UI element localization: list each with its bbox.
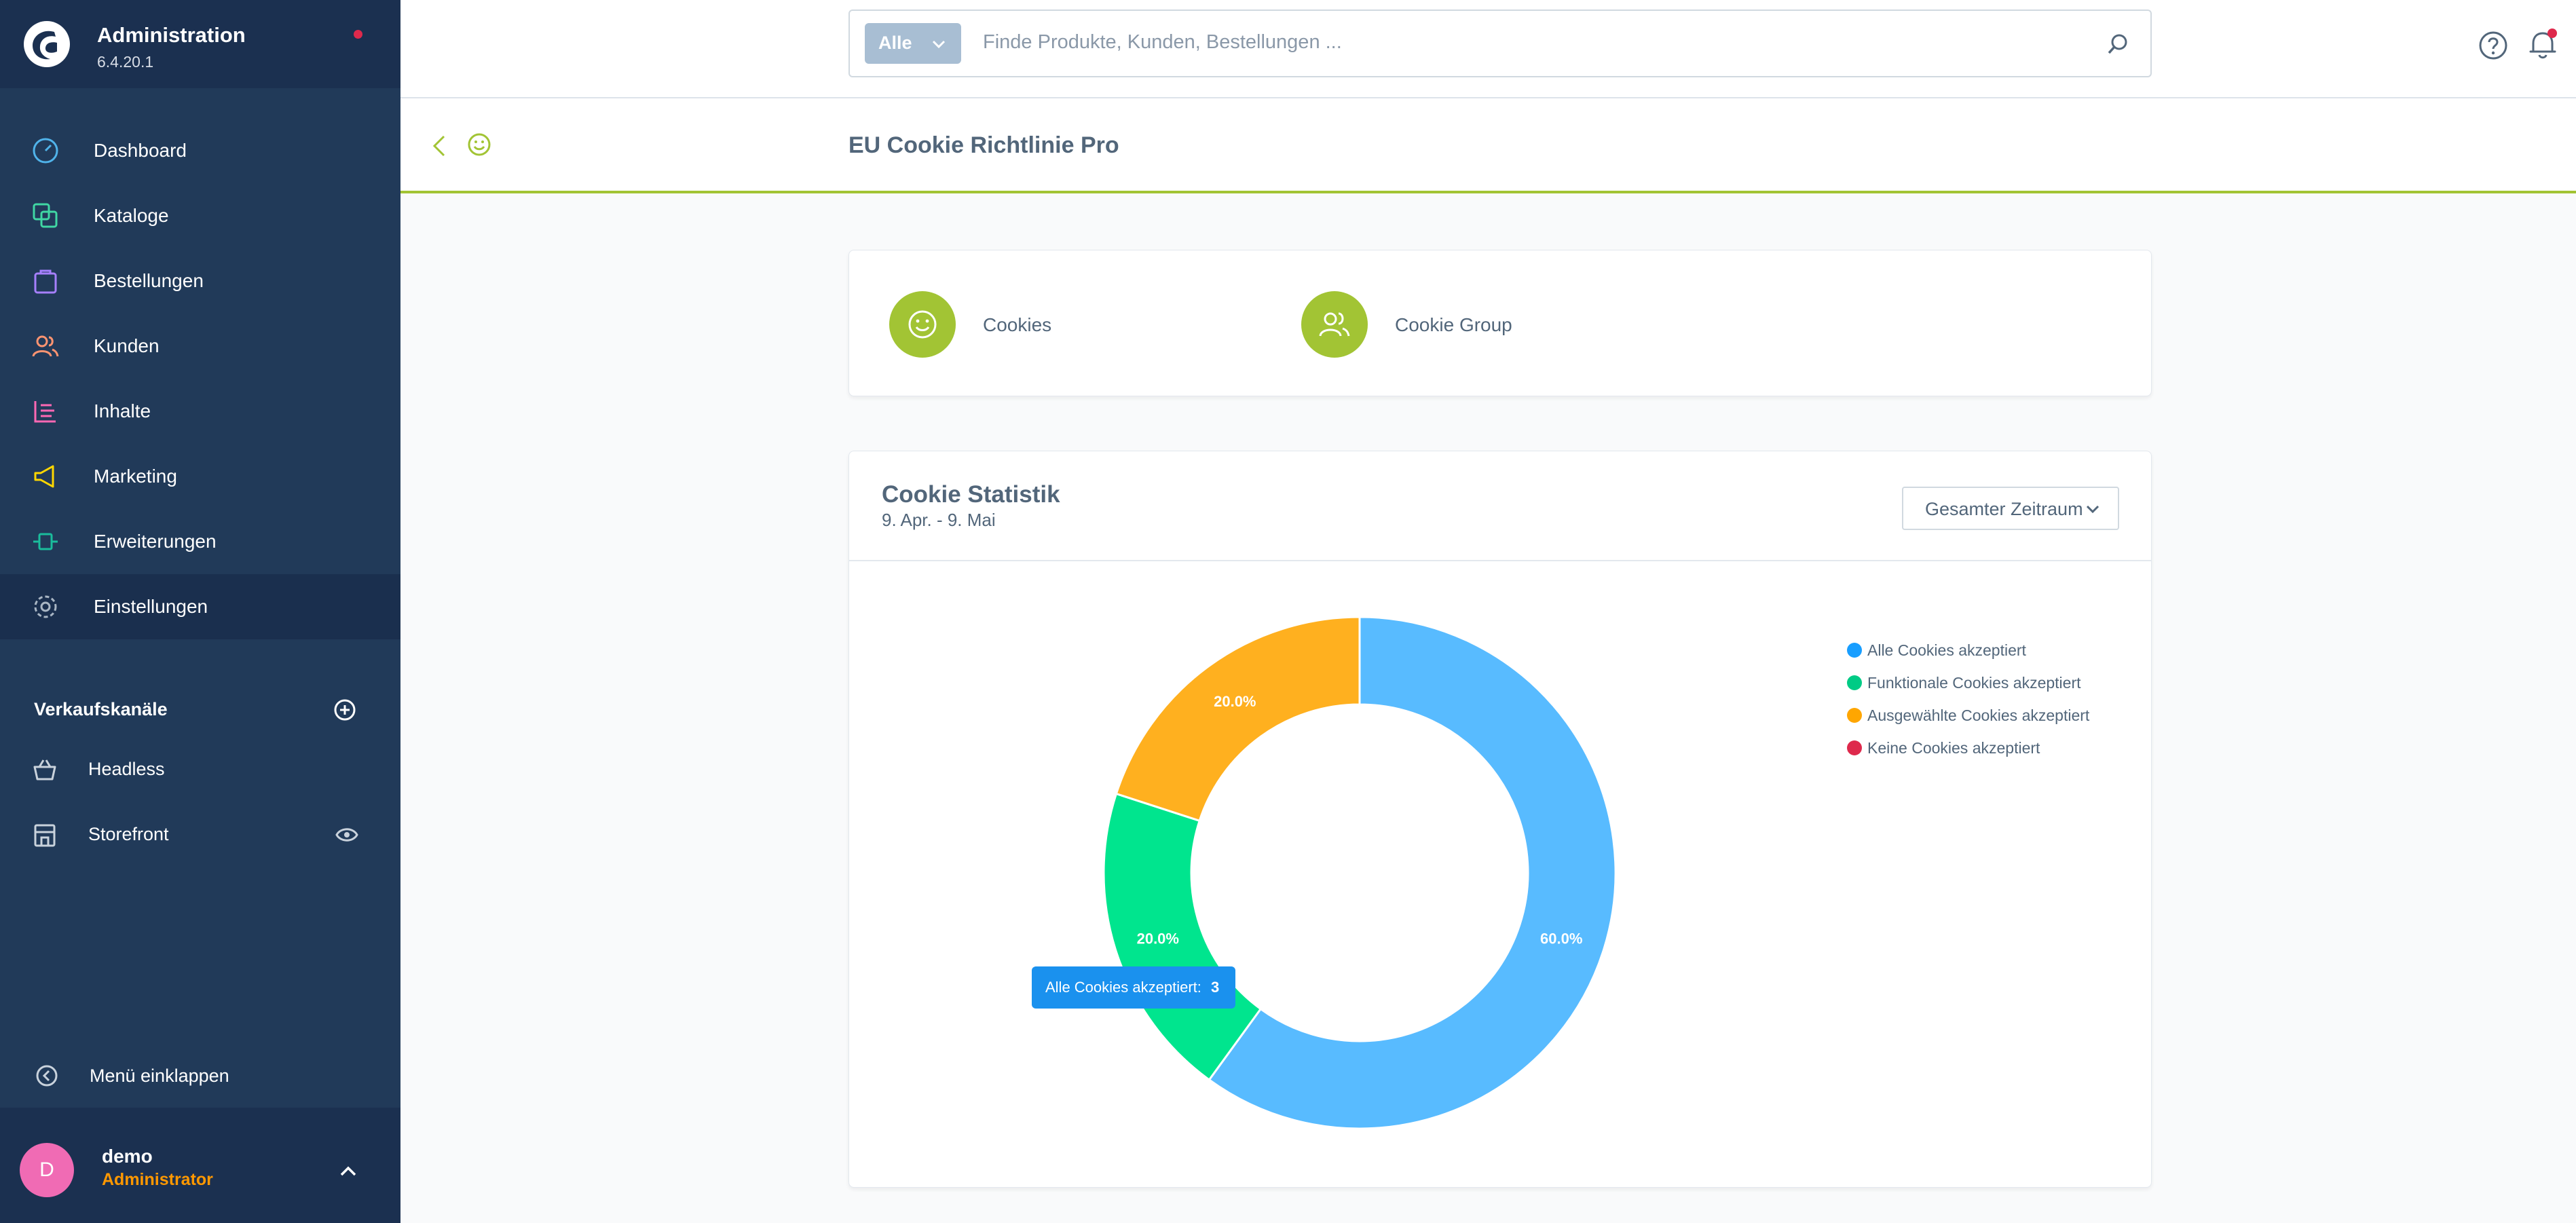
bell-icon[interactable] — [2526, 27, 2559, 61]
user-role: Administrator — [102, 1170, 213, 1189]
tile-label: Cookie Group — [1395, 314, 1512, 335]
customers-icon — [32, 335, 59, 357]
tile-label: Cookies — [983, 314, 1052, 335]
legend-dot — [1847, 740, 1862, 755]
period-select-label: Gesamter Zeitraum — [1925, 499, 2083, 519]
orders-icon — [34, 269, 57, 294]
chevron-left-circle-icon — [36, 1065, 58, 1087]
statistics-header: Cookie Statistik 9. Apr. - 9. Mai Gesamt… — [849, 451, 2151, 561]
sales-channel-label: Headless — [88, 759, 165, 779]
help-icon[interactable] — [2478, 30, 2509, 61]
users-icon — [1319, 312, 1350, 337]
sidebar-item-label: Inhalte — [94, 400, 151, 421]
search-input[interactable]: Finde Produkte, Kunden, Bestellungen ... — [983, 31, 1342, 54]
sidebar-item-customers[interactable]: Kunden — [0, 314, 400, 379]
sidebar-item-catalog[interactable]: Kataloge — [0, 183, 400, 248]
content-icon — [34, 401, 56, 423]
sidebar-item-orders[interactable]: Bestellungen — [0, 248, 400, 314]
smiley-icon — [468, 133, 491, 156]
statistics-card: Cookie Statistik 9. Apr. - 9. Mai Gesamt… — [848, 451, 2152, 1188]
legend-dot — [1847, 643, 1862, 658]
extensions-icon — [33, 533, 58, 550]
sidebar-item-label: Marketing — [94, 466, 177, 487]
sidebar-item-content[interactable]: Inhalte — [0, 379, 400, 444]
sidebar-item-label: Bestellungen — [94, 270, 204, 291]
statistics-title: Cookie Statistik — [882, 481, 1060, 508]
navigation-card: Cookies Cookie Group — [848, 250, 2152, 396]
search-bar[interactable]: Alle Finde Produkte, Kunden, Bestellunge… — [848, 10, 2152, 77]
collapse-menu-button[interactable]: Menü einklappen — [0, 1045, 400, 1106]
sidebar-item-label: Einstellungen — [94, 596, 208, 617]
catalog-icon — [33, 203, 58, 228]
sales-channels-title: Verkaufskanäle — [34, 699, 168, 719]
collapse-menu-label: Menü einklappen — [90, 1066, 229, 1086]
search-filter-label: Alle — [878, 33, 912, 53]
page-title: EU Cookie Richtlinie Pro — [848, 132, 1119, 158]
user-name: demo — [102, 1146, 153, 1167]
user-panel[interactable]: D demo Administrator — [0, 1108, 400, 1223]
sidebar-item-dashboard[interactable]: Dashboard — [0, 118, 400, 183]
chart-tooltip: Alle Cookies akzeptiert: 3 — [1032, 966, 1235, 1009]
legend-label: Alle Cookies akzeptiert — [1867, 641, 2026, 659]
chevron-up-icon[interactable] — [337, 1161, 360, 1181]
legend-label: Funktionale Cookies akzeptiert — [1867, 674, 2081, 692]
shopware-logo-icon[interactable] — [23, 20, 71, 68]
legend-label: Ausgewählte Cookies akzeptiert — [1867, 707, 2090, 724]
sidebar-header: Administration 6.4.20.1 — [0, 0, 400, 88]
sidebar-item-label: Kataloge — [94, 205, 169, 226]
storefront-icon — [34, 824, 56, 847]
sidebar-item-settings[interactable]: Einstellungen — [0, 574, 400, 639]
sidebar-item-extensions[interactable]: Erweiterungen — [0, 509, 400, 574]
top-bar: Alle Finde Produkte, Kunden, Bestellunge… — [400, 0, 2576, 98]
legend-dot — [1847, 675, 1862, 690]
smart-bar: EU Cookie Richtlinie Pro — [400, 98, 2576, 193]
tooltip-value: 3 — [1211, 979, 1220, 996]
sales-channel-headless[interactable]: Headless — [0, 740, 400, 801]
sidebar: Administration 6.4.20.1 Dashboard Katalo… — [0, 0, 400, 1223]
avatar: D — [20, 1143, 74, 1197]
legend-label: Keine Cookies akzeptiert — [1867, 739, 2040, 757]
tile-icon-circle — [1301, 291, 1368, 358]
dashboard-icon — [33, 138, 58, 164]
search-filter-select[interactable]: Alle — [865, 23, 961, 64]
chevron-down-icon — [2086, 505, 2099, 514]
sidebar-item-label: Kunden — [94, 335, 160, 356]
smiley-icon — [908, 310, 937, 339]
back-icon[interactable] — [429, 132, 449, 159]
settings-icon — [34, 595, 57, 618]
sales-channel-storefront[interactable]: Storefront — [0, 805, 400, 866]
sidebar-item-label: Dashboard — [94, 140, 187, 161]
marketing-icon — [34, 465, 54, 488]
basket-icon — [33, 759, 56, 780]
chevron-down-icon — [932, 40, 946, 49]
eye-icon[interactable] — [335, 825, 358, 844]
statistics-date-range: 9. Apr. - 9. Mai — [882, 510, 996, 530]
period-select[interactable]: Gesamter Zeitraum — [1902, 487, 2119, 530]
search-icon[interactable] — [2105, 31, 2131, 57]
tooltip-label: Alle Cookies akzeptiert: — [1045, 979, 1201, 996]
sidebar-item-marketing[interactable]: Marketing — [0, 444, 400, 509]
legend-dot — [1847, 708, 1862, 723]
sidebar-item-label: Erweiterungen — [94, 531, 217, 552]
sales-channel-label: Storefront — [88, 824, 169, 844]
notification-dot — [354, 30, 362, 39]
app-title: Administration — [97, 23, 246, 47]
tile-icon-circle — [889, 291, 956, 358]
add-sales-channel-icon[interactable] — [333, 698, 357, 722]
app-version: 6.4.20.1 — [97, 53, 154, 71]
